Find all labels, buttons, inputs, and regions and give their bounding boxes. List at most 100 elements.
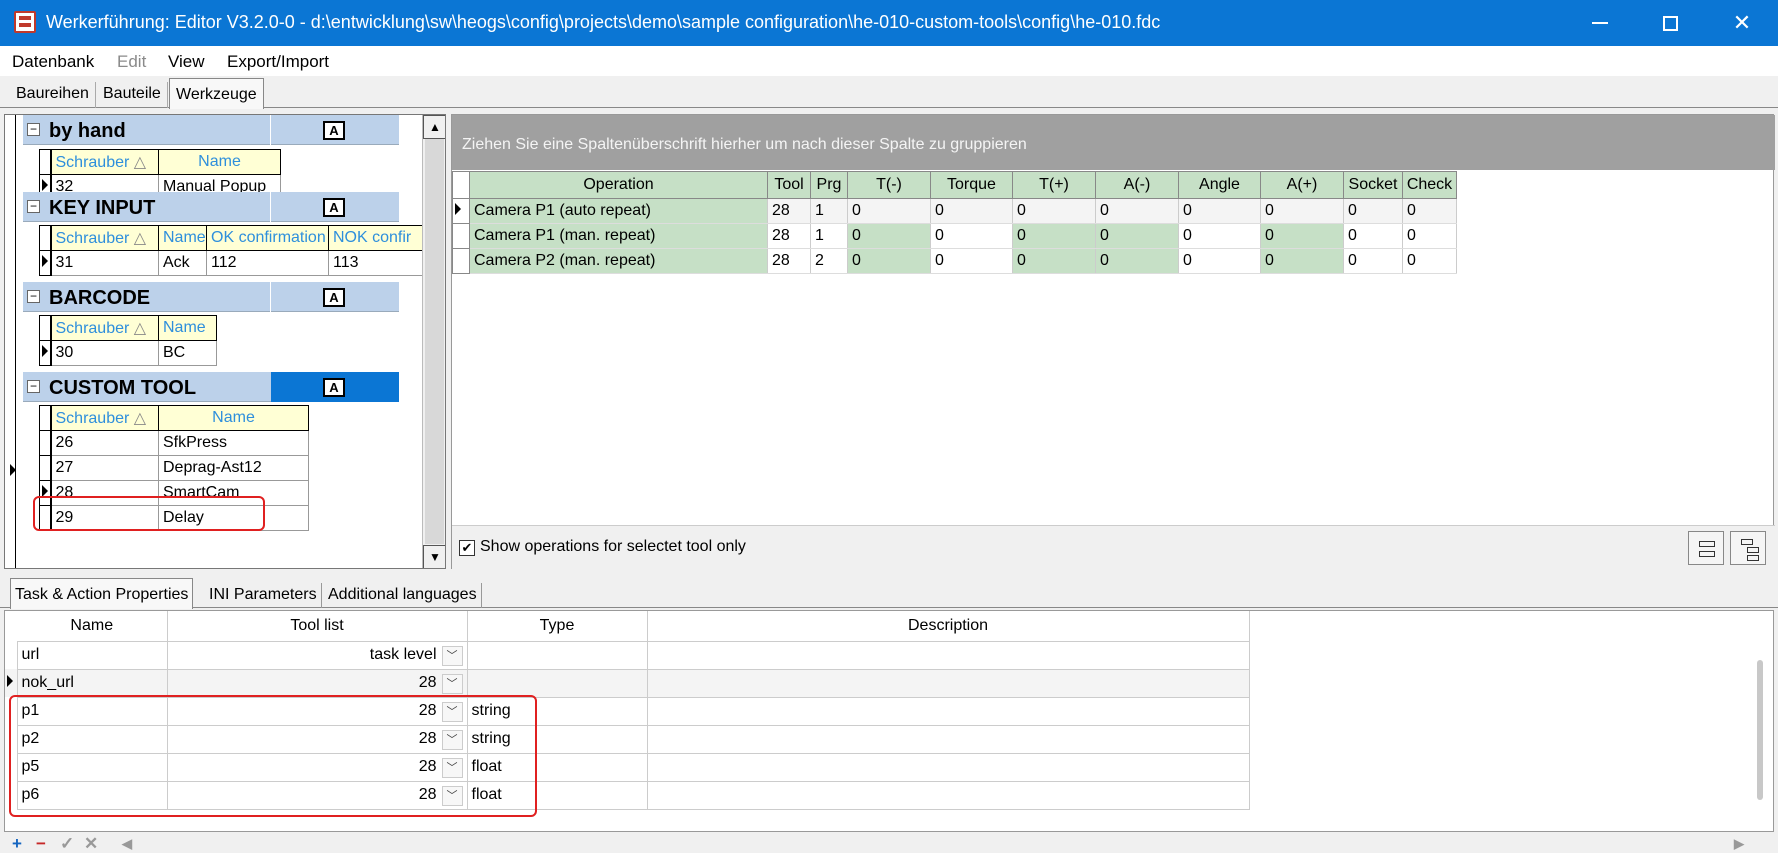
collapse-icon[interactable]: − bbox=[27, 380, 40, 393]
col-a-minus[interactable]: A(-) bbox=[1095, 171, 1179, 199]
col-prg[interactable]: Prg bbox=[810, 171, 848, 199]
scroll-down-icon[interactable]: ▼ bbox=[423, 545, 445, 568]
properties-navigator: + − ✓ ✕ ◀ ▶ bbox=[4, 832, 1774, 853]
operations-panel: Ziehen Sie eine Spaltenüberschrift hierh… bbox=[451, 114, 1775, 570]
col-schrauber[interactable]: Schrauber △ bbox=[50, 225, 159, 251]
group-name: KEY INPUT bbox=[49, 197, 156, 219]
collapse-rows-button[interactable] bbox=[1688, 531, 1724, 565]
table-header: Schrauber △ Name bbox=[39, 149, 281, 175]
col-tool-list[interactable]: Tool list bbox=[167, 611, 468, 641]
subtable-key-input-wrap: Schrauber △ Name OK confirmation NOK con… bbox=[39, 225, 422, 279]
collapse-icon[interactable]: − bbox=[27, 290, 40, 303]
col-tool[interactable]: Tool bbox=[767, 171, 811, 199]
operations-footer: ✔ Show operations for selectet tool only bbox=[452, 525, 1775, 570]
collapse-icon[interactable]: − bbox=[27, 123, 40, 136]
group-by-area[interactable]: Ziehen Sie eine Spaltenüberschrift hierh… bbox=[452, 115, 1775, 170]
col-name[interactable]: Name bbox=[158, 405, 309, 431]
col-nok-confirmation[interactable]: NOK confir bbox=[328, 225, 422, 251]
cancel-icon[interactable]: ✕ bbox=[84, 834, 98, 853]
menu-export-import[interactable]: Export/Import bbox=[227, 52, 329, 72]
font-a-icon[interactable]: A bbox=[323, 378, 345, 397]
table-row[interactable]: 31 Ack 112 113 bbox=[39, 250, 422, 276]
chevron-down-icon[interactable]: ﹀ bbox=[441, 645, 463, 666]
menu-view[interactable]: View bbox=[168, 52, 205, 72]
tree-icon bbox=[1741, 539, 1753, 545]
col-ok-confirmation[interactable]: OK confirmation bbox=[206, 225, 329, 251]
scroll-thumb[interactable] bbox=[425, 139, 444, 544]
col-type[interactable]: Type bbox=[467, 611, 648, 641]
col-name[interactable]: Name bbox=[17, 611, 168, 641]
scroll-right-icon[interactable]: ▶ bbox=[1734, 836, 1744, 852]
scroll-left-icon[interactable]: ◀ bbox=[122, 836, 132, 852]
sort-icon: △ bbox=[133, 410, 147, 427]
col-schrauber[interactable]: Schrauber △ bbox=[50, 405, 159, 431]
group-header-by-hand[interactable]: − by hand A bbox=[23, 115, 399, 145]
menu-bar: Datenbank Edit View Export/Import bbox=[0, 46, 1778, 76]
table-row[interactable]: 26 SfkPress bbox=[39, 430, 309, 456]
add-icon[interactable]: + bbox=[12, 834, 22, 853]
table-row[interactable]: 27 Deprag-Ast12 bbox=[39, 455, 309, 481]
close-button[interactable]: ✕ bbox=[1707, 0, 1777, 46]
group-header-custom-tool[interactable]: − CUSTOM TOOL A bbox=[23, 372, 399, 402]
font-a-icon[interactable]: A bbox=[323, 288, 345, 307]
highlight-smartcam-row bbox=[33, 496, 265, 531]
group-header-key-input[interactable]: − KEY INPUT A bbox=[23, 192, 399, 222]
scroll-up-icon[interactable]: ▲ bbox=[423, 115, 445, 139]
col-schrauber[interactable]: Schrauber △ bbox=[50, 149, 159, 175]
menu-datenbank[interactable]: Datenbank bbox=[12, 52, 94, 72]
group-header-barcode[interactable]: − BARCODE A bbox=[23, 282, 399, 312]
remove-icon[interactable]: − bbox=[36, 834, 46, 853]
show-selected-checkbox[interactable]: ✔ bbox=[459, 540, 475, 556]
maximize-button[interactable] bbox=[1635, 0, 1705, 46]
app-icon bbox=[14, 11, 36, 33]
col-name[interactable]: Name bbox=[158, 149, 281, 175]
tree-icon bbox=[1747, 547, 1759, 553]
table-header: Schrauber △ Name bbox=[39, 405, 309, 431]
table-header: Schrauber △ Name bbox=[39, 315, 217, 341]
col-check[interactable]: Check bbox=[1402, 171, 1457, 199]
show-selected-label[interactable]: Show operations for selectet tool only bbox=[480, 538, 746, 556]
tab-additional-languages[interactable]: Additional languages bbox=[324, 583, 482, 608]
col-torque[interactable]: Torque bbox=[930, 171, 1013, 199]
table-row-selected[interactable]: nok_url 28 ﹀ bbox=[5, 668, 1250, 698]
table-row[interactable]: url task level ﹀ bbox=[5, 640, 1250, 670]
properties-panel: Name Tool list Type Description url task… bbox=[4, 610, 1774, 832]
tab-ini-parameters[interactable]: INI Parameters bbox=[205, 583, 322, 608]
col-t-plus[interactable]: T(+) bbox=[1012, 171, 1096, 199]
tab-bauteile[interactable]: Bauteile bbox=[97, 82, 168, 108]
row-icon bbox=[1699, 551, 1715, 557]
font-a-icon[interactable]: A bbox=[323, 198, 345, 217]
col-a-plus[interactable]: A(+) bbox=[1260, 171, 1344, 199]
window-title: Werkerführung: Editor V3.2.0-0 - d:\entw… bbox=[46, 12, 1161, 32]
col-t-minus[interactable]: T(-) bbox=[847, 171, 931, 199]
col-description[interactable]: Description bbox=[647, 611, 1250, 641]
col-schrauber[interactable]: Schrauber △ bbox=[50, 315, 159, 341]
properties-scroll-thumb[interactable] bbox=[1757, 660, 1763, 800]
collapse-icon[interactable]: − bbox=[27, 200, 40, 213]
minimize-button[interactable] bbox=[1565, 0, 1635, 46]
table-row[interactable]: Camera P1 (auto repeat) 28 1 0 0 0 0 0 0… bbox=[452, 198, 1457, 224]
table-row[interactable]: Camera P1 (man. repeat) 28 1 0 0 0 0 0 0… bbox=[452, 223, 1457, 249]
col-socket[interactable]: Socket bbox=[1343, 171, 1403, 199]
chevron-down-icon[interactable]: ﹀ bbox=[441, 673, 463, 694]
tab-task-action-properties[interactable]: Task & Action Properties bbox=[10, 578, 194, 609]
confirm-icon[interactable]: ✓ bbox=[60, 834, 74, 853]
tree-row-indicator bbox=[8, 463, 16, 480]
col-angle[interactable]: Angle bbox=[1178, 171, 1261, 199]
tree-scrollbar[interactable]: ▲ ▼ bbox=[422, 115, 445, 568]
menu-edit[interactable]: Edit bbox=[117, 52, 146, 72]
col-name[interactable]: Name bbox=[158, 225, 207, 251]
table-row[interactable]: 30 BC bbox=[39, 340, 217, 366]
col-operation[interactable]: Operation bbox=[469, 171, 768, 199]
table-header: Schrauber △ Name OK confirmation NOK con… bbox=[39, 225, 422, 251]
expand-tree-button[interactable] bbox=[1730, 531, 1766, 565]
tab-werkzeuge[interactable]: Werkzeuge bbox=[169, 78, 264, 109]
tool-tree-panel: − by hand A Schrauber △ Name 32 Manual P… bbox=[4, 114, 446, 569]
operations-grid: Operation Tool Prg T(-) Torque T(+) A(-)… bbox=[452, 171, 1457, 274]
table-row[interactable]: Camera P2 (man. repeat) 28 2 0 0 0 0 0 0… bbox=[452, 248, 1457, 274]
sort-icon: △ bbox=[133, 320, 147, 337]
top-tabs: Baureihen Bauteile Werkzeuge bbox=[0, 78, 1778, 109]
font-a-icon[interactable]: A bbox=[323, 121, 345, 140]
col-name[interactable]: Name bbox=[158, 315, 217, 341]
tab-baureihen[interactable]: Baureihen bbox=[10, 82, 96, 108]
